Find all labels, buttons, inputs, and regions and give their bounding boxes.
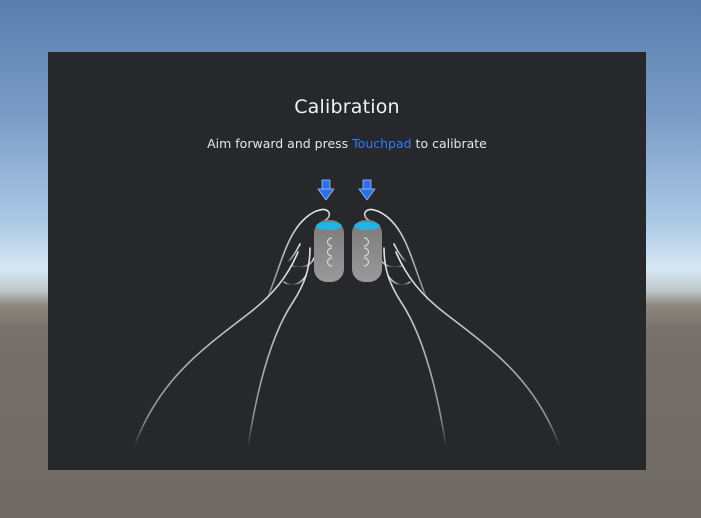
left-touchpad-icon xyxy=(316,222,342,230)
left-arrow-down-icon xyxy=(317,179,335,201)
calibration-panel: Calibration Aim forward and press Touchp… xyxy=(48,52,646,470)
right-controller xyxy=(352,220,382,282)
controller-hands-illustration xyxy=(133,179,561,448)
right-hand xyxy=(363,208,561,448)
left-hand xyxy=(133,208,331,448)
right-arrow-down-icon xyxy=(358,179,376,201)
left-controller xyxy=(314,220,344,282)
right-touchpad-icon xyxy=(354,222,380,230)
